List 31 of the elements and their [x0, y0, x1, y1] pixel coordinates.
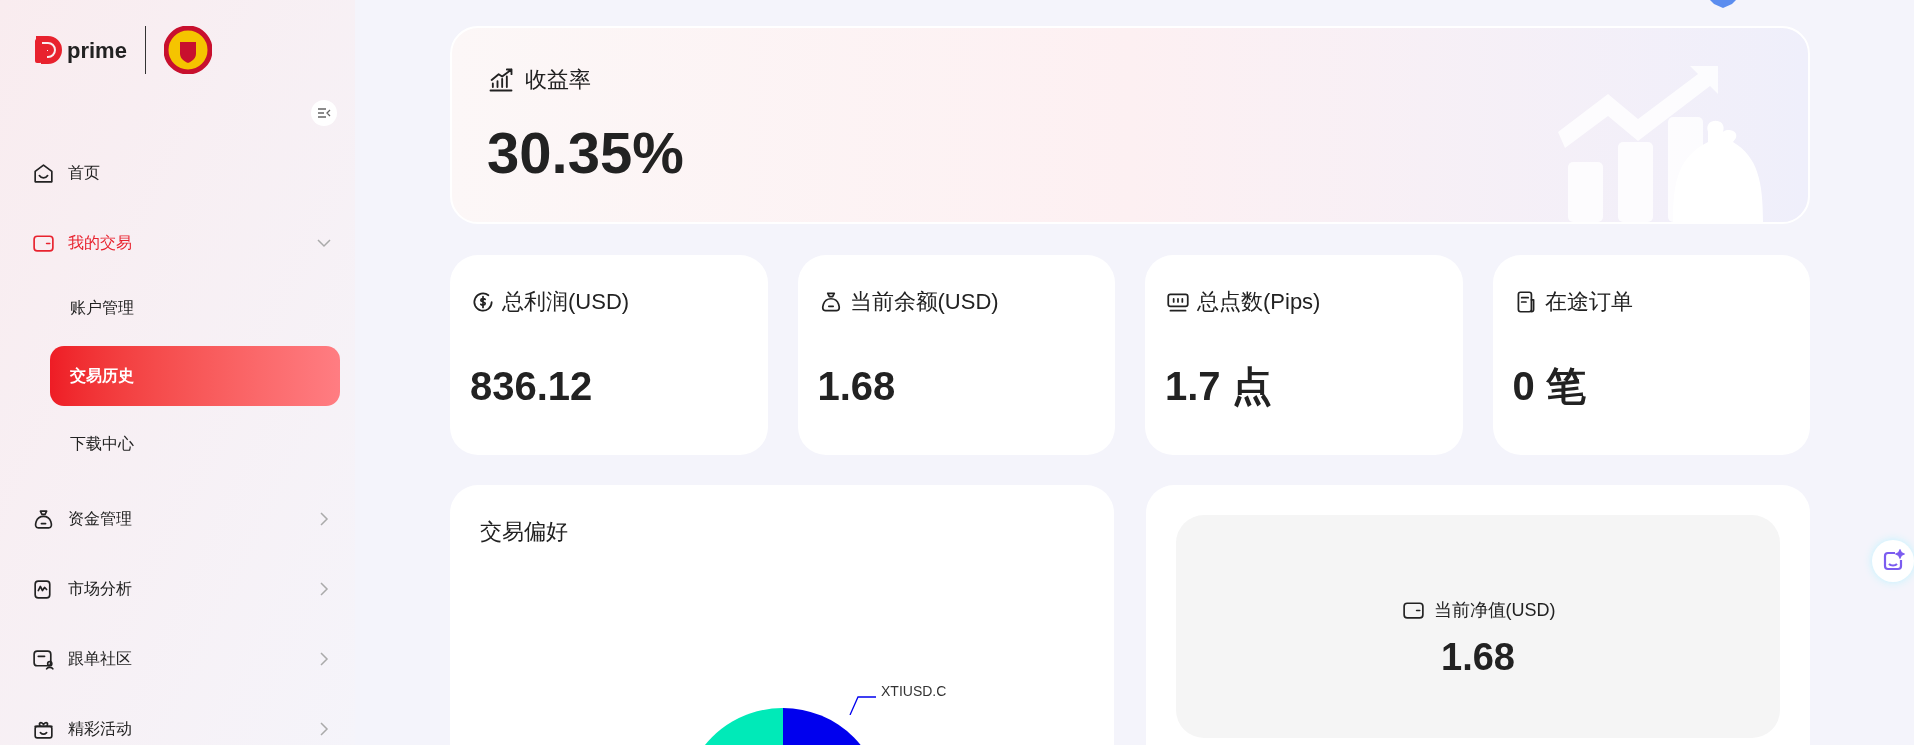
sidebar-menu-item[interactable]: 首页: [0, 138, 355, 208]
stat-value: 1.7 点: [1165, 366, 1273, 406]
collapse-icon: [316, 105, 332, 121]
submenu-item[interactable]: 下载中心: [50, 414, 340, 474]
sidebar-menu-item[interactable]: 跟单社区: [0, 624, 355, 694]
stat-value: 0 笔: [1512, 366, 1587, 406]
leader-line: [848, 695, 878, 715]
brand-logo-icon: [33, 35, 63, 65]
submenu-item[interactable]: 账户管理: [50, 278, 340, 338]
stat-title: 总利润(USD): [502, 288, 630, 316]
stat-value: 836.12: [470, 366, 594, 406]
equity-title: 当前净值(USD): [1433, 599, 1556, 622]
equity-value: 1.68: [1441, 638, 1515, 676]
sidebar-menu-item[interactable]: 市场分析: [0, 554, 355, 624]
brand-name: prime: [67, 36, 127, 65]
stat-title: 在途订单: [1544, 288, 1633, 316]
sidebar-menu-item[interactable]: 精彩活动: [0, 694, 355, 745]
club-crest-icon: [163, 26, 212, 74]
card-title: 收益率: [525, 66, 591, 94]
ai-assistant-button[interactable]: [1872, 540, 1914, 582]
card-title: 交易偏好: [480, 518, 569, 546]
pie-slice-label: XTIUSD.C: [881, 682, 947, 701]
stat-title: 当前余额(USD): [849, 288, 999, 316]
collapse-sidebar-button[interactable]: [311, 100, 337, 126]
submenu-item[interactable]: 交易历史: [50, 346, 340, 406]
sidebar-menu-item[interactable]: 资金管理: [0, 484, 355, 554]
sparkle-chat-icon: [1881, 549, 1905, 573]
sidebar-menu-item[interactable]: 我的交易: [0, 208, 355, 278]
stat-value: 1.68: [817, 366, 897, 406]
return-rate-value: 30.35%: [487, 124, 684, 182]
stat-title: 总点数(Pips): [1197, 288, 1321, 316]
